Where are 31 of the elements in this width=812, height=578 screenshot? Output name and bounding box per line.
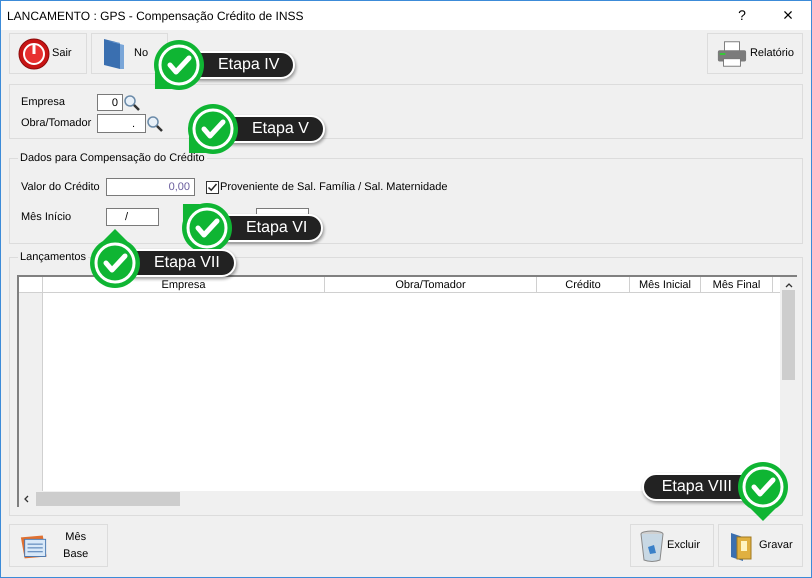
power-icon [18,38,50,70]
checkbox-label: Proveniente de Sal. Família / Sal. Maternidade [220,180,448,195]
field-label: Obra/Tomador [21,116,92,132]
checkbox[interactable] [206,180,219,194]
field-label: Mês Início [21,210,72,225]
toolbar-button[interactable]: Relatório [707,33,803,74]
field-label: Valor do Crédito [21,180,101,195]
scroll-up-icon[interactable] [784,282,792,288]
close-button[interactable]: × [765,2,811,29]
printer-icon [716,38,748,68]
column-header[interactable]: Mês Final [701,277,773,292]
scroll-left-icon[interactable] [23,495,31,503]
help-button[interactable]: ? [719,5,765,26]
search-icon[interactable] [146,114,164,132]
field-label: Empresa [21,95,66,110]
toolbar-button[interactable]: Excluir [630,524,714,567]
toolbar-button[interactable]: Gravar [718,524,803,567]
column-header[interactable]: Crédito [537,277,630,292]
input-field[interactable]: 0 [97,94,123,111]
search-icon[interactable] [123,94,141,112]
toolbar-button[interactable]: Mês Base [9,524,108,567]
group-title: Dados para Compensação do Crédito [18,150,207,166]
input-field[interactable]: . [97,114,146,133]
column-header[interactable]: Obra/Tomador [325,277,537,292]
window-title: LANCAMENTO : GPS - Compensação Crédito de INSS [7,8,305,24]
group-title: Lançamentos [18,249,88,266]
column-header[interactable]: Mês Inicial [630,277,701,292]
trash-icon [639,528,665,562]
toolbar-button[interactable]: Sair [9,33,87,74]
input-field[interactable]: 0,00 [106,178,195,196]
input-field[interactable]: / [106,208,159,226]
